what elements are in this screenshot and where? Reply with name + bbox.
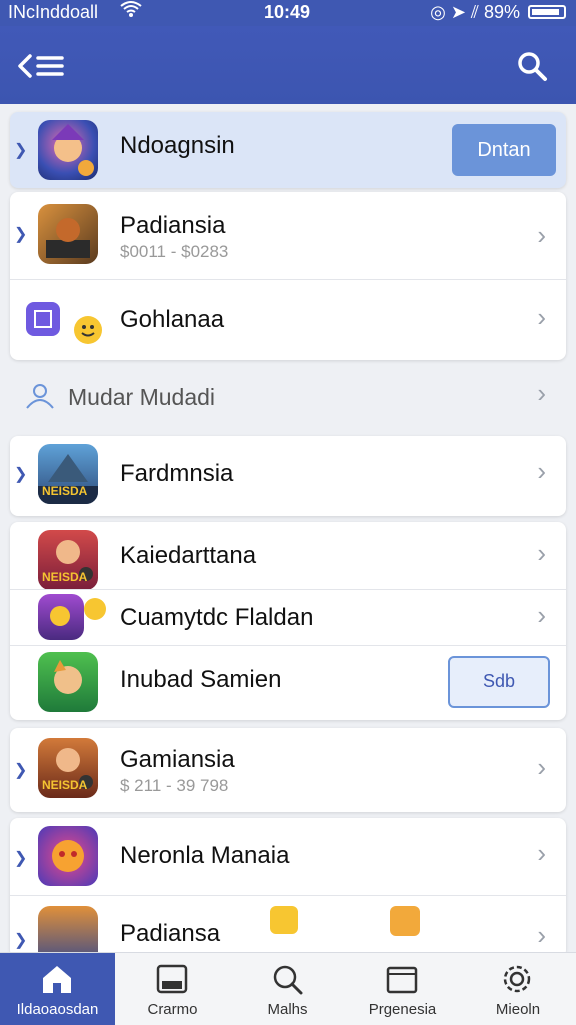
- item-subtitle: $0011 - $0283: [120, 242, 229, 261]
- list-item[interactable]: ❯ Padiansia $0011 - $0283 ›: [10, 192, 566, 280]
- chevron-right-small-icon: ❯: [14, 932, 28, 949]
- tab-label: Malhs: [267, 1001, 308, 1018]
- item-title: Padiansa: [120, 920, 221, 947]
- chevron-right-small-icon: ❯: [14, 226, 28, 243]
- game-icon: [38, 826, 98, 886]
- item-title: Cuamytdc Flaldan: [120, 604, 314, 631]
- list-item[interactable]: ❯ NEISDA Gamiansia $ 211 - 39 798 ›: [10, 728, 566, 812]
- chevron-right-icon: ›: [537, 752, 546, 782]
- list-item[interactable]: ❯ Padiansa ›: [10, 896, 566, 966]
- tab-label: Mieoln: [495, 1001, 541, 1018]
- status-icons: ◎ ➤ ⫽ 89%: [430, 2, 520, 23]
- chevron-right-icon: ›: [537, 538, 546, 568]
- tab-folder[interactable]: Prgenesia: [345, 953, 460, 1025]
- item-title: Gamiansia: [120, 746, 235, 773]
- tab-label: Ildaoaosdan: [16, 1001, 99, 1018]
- home-icon: [43, 966, 71, 993]
- bottom-tab-bar: Ildaoaosdan Crarmo Malhs Prgenesia Mieol…: [0, 952, 576, 1025]
- icon-caption: NEISDA: [42, 484, 88, 498]
- list-item[interactable]: Gohlanaa ›: [10, 280, 566, 360]
- carrier-label: INcInddoall: [8, 2, 99, 22]
- game-icon: [38, 204, 98, 264]
- chevron-right-icon: ›: [537, 456, 546, 486]
- tab-home[interactable]: Ildaoaosdan: [0, 953, 115, 1025]
- search-icon[interactable]: [516, 50, 548, 82]
- game-icon: [38, 594, 84, 640]
- item-subtitle: $ 211 - 39 798: [120, 776, 229, 795]
- tab-label: Crarmo: [147, 1001, 198, 1018]
- item-title: Kaiedarttana: [120, 542, 257, 569]
- tab-settings[interactable]: Mieoln: [460, 953, 576, 1025]
- game-icon: NEISDA: [38, 530, 98, 590]
- chevron-right-small-icon: ❯: [14, 466, 28, 483]
- chevron-right-icon: ›: [537, 378, 546, 408]
- section-title: Mudar Mudadi: [68, 384, 216, 410]
- list-card: ❯ Padiansia $0011 - $0283 › Gohlanaa ›: [10, 192, 566, 360]
- list-item[interactable]: Inubad Samien Sdb: [10, 646, 566, 720]
- item-title: Ndoagnsin: [120, 132, 235, 159]
- game-icon: [38, 120, 98, 180]
- list-item[interactable]: ❯ Ndoagnsin Dntan: [10, 112, 566, 188]
- featured-card: ❯ Ndoagnsin Dntan: [10, 112, 566, 188]
- icon-caption: NEISDA: [42, 570, 88, 584]
- battery-icon: [528, 5, 566, 19]
- list-card: ❯ NEISDA Fardmnsia ›: [10, 436, 566, 516]
- game-icon: [38, 652, 98, 712]
- item-title: Inubad Samien: [120, 666, 282, 693]
- chevron-right-icon: ›: [537, 220, 546, 250]
- tab-search[interactable]: Malhs: [230, 953, 345, 1025]
- search-icon: [273, 965, 303, 995]
- chevron-right-small-icon: ❯: [14, 762, 28, 779]
- tab-label: Prgenesia: [368, 1001, 437, 1018]
- tab-media[interactable]: Crarmo: [115, 953, 230, 1025]
- emoji-icon: [390, 906, 420, 936]
- item-title: Fardmnsia: [120, 460, 234, 487]
- list-card: ❯ Neronla Manaia › ❯ Padiansa ›: [10, 818, 566, 966]
- icon-caption: NEISDA: [42, 778, 88, 792]
- list-item[interactable]: ❯ Neronla Manaia ›: [10, 818, 566, 896]
- chevron-right-icon: ›: [537, 302, 546, 332]
- action-button[interactable]: Sdb: [448, 656, 550, 708]
- battery-percent: 89%: [483, 2, 520, 22]
- item-title: Neronla Manaia: [120, 842, 290, 869]
- clock: 10:49: [264, 2, 311, 22]
- gear-icon: [503, 965, 531, 993]
- list-card: ❯ NEISDA Gamiansia $ 211 - 39 798 ›: [10, 728, 566, 812]
- smiley-icon: [84, 598, 106, 620]
- item-title: Gohlanaa: [120, 306, 225, 333]
- action-button[interactable]: Dntan: [452, 124, 556, 176]
- top-navigation-bar: [0, 26, 576, 104]
- smiley-icon: [74, 316, 102, 344]
- chevron-right-icon: ›: [537, 920, 546, 950]
- folder-icon: [386, 966, 418, 994]
- chevron-right-small-icon: ❯: [14, 142, 28, 159]
- item-title: Padiansia: [120, 212, 226, 239]
- location-icon: ◎ ➤ ⫽: [430, 2, 484, 22]
- emoji-icon: [270, 906, 298, 934]
- game-icon: NEISDA: [38, 444, 98, 504]
- chevron-right-icon: ›: [537, 600, 546, 630]
- list-item[interactable]: Cuamytdc Flaldan ›: [10, 590, 566, 646]
- game-icon: NEISDA: [38, 738, 98, 798]
- chevron-right-small-icon: ❯: [14, 850, 28, 867]
- section-header[interactable]: Mudar Mudadi ›: [0, 366, 576, 428]
- status-bar: INcInddoall 10:49 ◎ ➤ ⫽ 89%: [0, 0, 576, 26]
- frame-icon: [26, 302, 60, 336]
- wifi-icon: [120, 0, 142, 23]
- list-item[interactable]: NEISDA Kaiedarttana ›: [10, 522, 566, 590]
- media-icon: [156, 964, 188, 994]
- chevron-right-icon: ›: [537, 838, 546, 868]
- back-menu-icon[interactable]: [16, 48, 66, 84]
- person-icon: [26, 384, 54, 409]
- list-card: NEISDA Kaiedarttana › Cuamytdc Flaldan ›…: [10, 522, 566, 720]
- list-item[interactable]: ❯ NEISDA Fardmnsia ›: [10, 436, 566, 516]
